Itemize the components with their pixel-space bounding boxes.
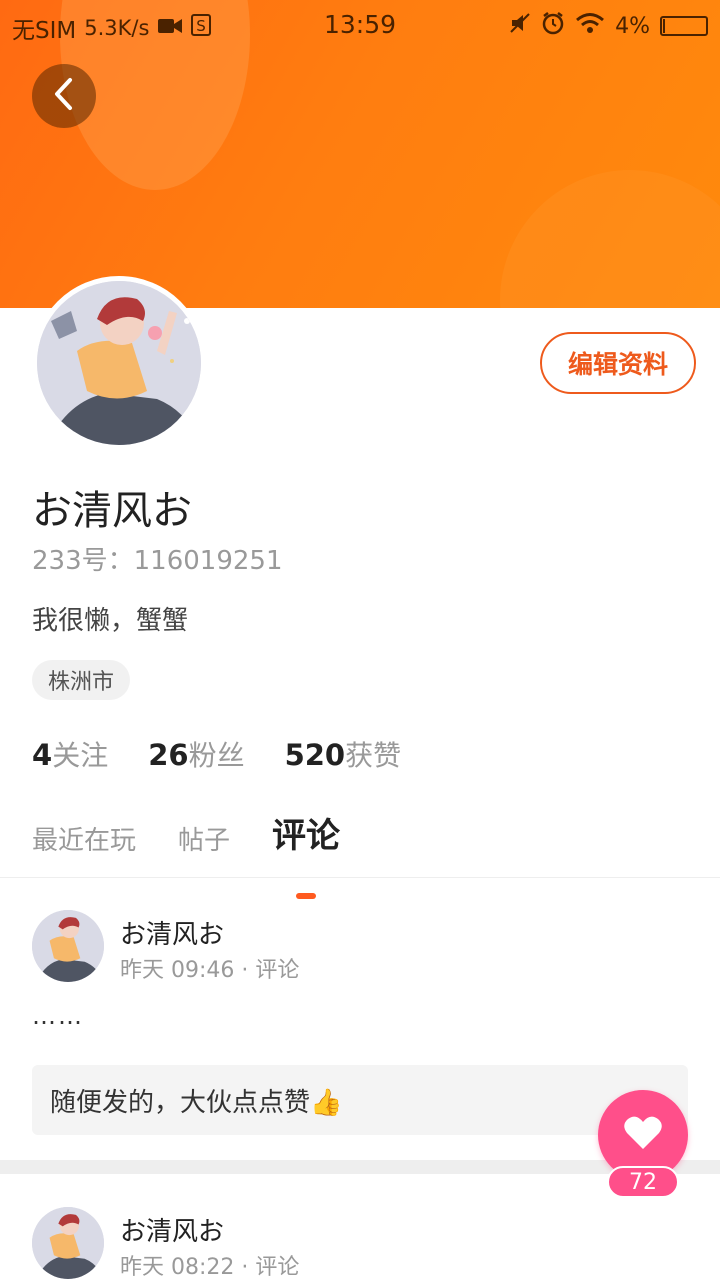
post-content: …… (32, 1002, 84, 1030)
heart-icon (623, 1115, 663, 1155)
tab-label: 评论 (272, 816, 341, 856)
banner-decoration (500, 170, 720, 308)
status-bar-right: 4% (509, 11, 708, 41)
alarm-icon (541, 11, 565, 41)
post-meta: 昨天 09:46 · 评论 (120, 958, 300, 983)
stat-followers[interactable]: 26粉丝 (148, 734, 244, 774)
stat-number: 520 (284, 738, 346, 772)
mute-icon (509, 12, 531, 40)
tab-recently-played[interactable]: 最近在玩 (32, 820, 136, 857)
username: お清风お (32, 488, 192, 534)
post-author[interactable]: お清风お (120, 1211, 224, 1248)
avatar[interactable] (32, 1207, 104, 1279)
tab-posts[interactable]: 帖子 (178, 820, 230, 857)
profile-avatar[interactable] (32, 276, 206, 450)
active-tab-indicator (296, 893, 317, 899)
profile-stats: 4关注 26粉丝 520获赞 (32, 734, 401, 774)
battery-fill (663, 19, 665, 33)
stat-number: 4 (32, 738, 53, 772)
tab-comments[interactable]: 评论 (272, 808, 341, 899)
battery-percent: 4% (615, 13, 650, 39)
edit-profile-button[interactable]: 编辑资料 (540, 332, 696, 394)
wifi-icon (575, 12, 605, 40)
post-author[interactable]: お清风お (120, 914, 224, 951)
chevron-left-icon (53, 77, 75, 115)
stat-likes[interactable]: 520获赞 (285, 734, 402, 774)
battery-icon (660, 16, 708, 36)
post-meta: 昨天 08:22 · 评论 (120, 1255, 300, 1280)
like-count: 72 (607, 1166, 679, 1198)
quoted-post[interactable]: 随便发的，大伙点点赞👍 (32, 1065, 688, 1135)
stat-following[interactable]: 4关注 (32, 734, 108, 774)
avatar-image (37, 281, 201, 445)
user-id: 233号：116019251 (32, 546, 283, 576)
profile-tabs: 最近在玩 帖子 评论 (32, 808, 382, 899)
stat-label: 获赞 (345, 739, 402, 772)
user-bio: 我很懒，蟹蟹 (32, 606, 189, 636)
stat-label: 关注 (52, 739, 109, 772)
back-button[interactable] (32, 64, 96, 128)
divider (0, 877, 720, 878)
location-tag: 株洲市 (32, 660, 131, 700)
stat-label: 粉丝 (188, 739, 245, 772)
status-bar: 无SIM 5.3K/s S 13:59 4% (0, 0, 720, 50)
stat-number: 26 (148, 738, 189, 772)
avatar[interactable] (32, 910, 104, 982)
